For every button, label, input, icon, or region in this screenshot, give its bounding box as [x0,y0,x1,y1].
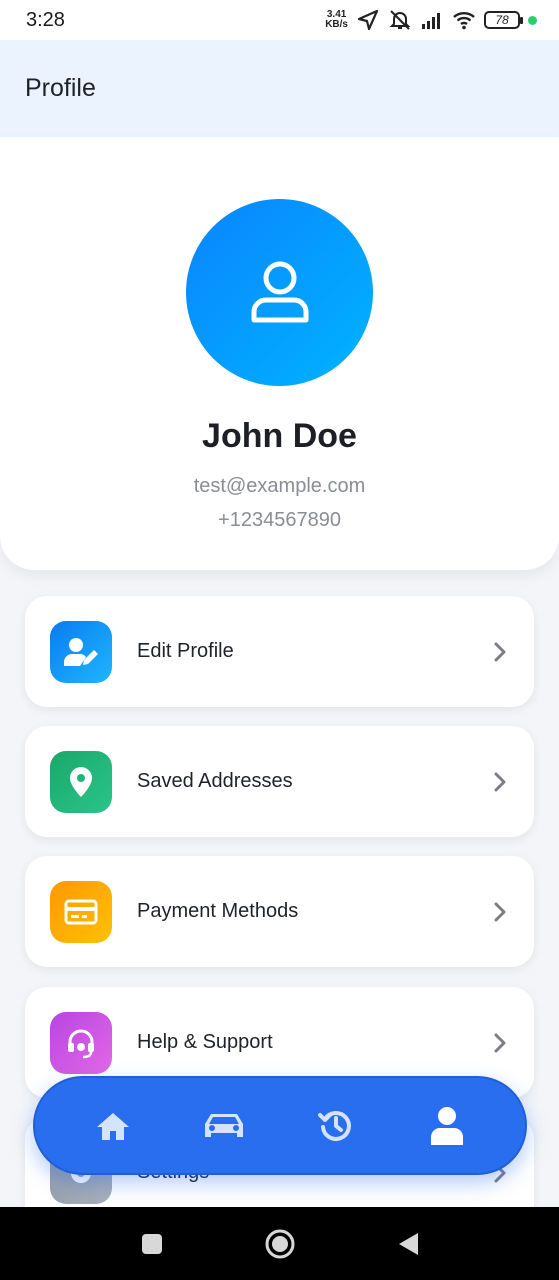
profile-header: John Doe test@example.com +1234567890 [0,137,559,570]
status-icons: 3.41 KB/s 78 [325,8,537,32]
history-icon [317,1110,351,1141]
profile-email: test@example.com [193,475,366,497]
mute-icon [389,10,411,30]
chevron-right-icon [494,902,506,921]
headset-icon [68,1029,94,1058]
status-bar: 3:28 3.41 KB/s 78 [0,0,559,40]
menu-item-payment-methods[interactable]: Payment Methods [25,856,534,967]
app-bar: Profile [0,40,559,137]
nav-rides[interactable] [192,1094,256,1158]
network-speed-unit: KB/s [325,19,348,30]
nav-home[interactable] [81,1094,145,1158]
headset-icon-badge [50,1011,112,1074]
system-nav-bar [0,1207,559,1280]
profile-phone: +1234567890 [218,509,341,531]
recent-apps-icon[interactable] [140,1232,164,1256]
signal-icon [422,13,440,29]
navigation-icon [357,9,379,31]
user-edit-icon [64,637,98,666]
menu-item-label: Edit Profile [137,640,234,662]
avatar[interactable] [186,199,373,386]
battery-icon: 78 [484,11,523,29]
user-edit-icon-badge [50,620,112,683]
privacy-indicator [528,15,537,25]
menu-item-label: Saved Addresses [137,770,293,792]
nav-profile[interactable] [415,1094,479,1158]
back-icon[interactable] [396,1231,420,1257]
credit-card-icon [64,899,98,924]
location-pin-icon-badge [50,750,112,813]
home-icon [96,1112,129,1140]
profile-icon [431,1106,464,1145]
wifi-icon [453,12,475,30]
home-button-icon[interactable] [264,1228,296,1260]
menu-item-label: Payment Methods [137,900,299,922]
car-icon [205,1113,244,1137]
nav-history[interactable] [304,1094,368,1158]
user-icon [251,261,308,322]
network-speed: 3.41 KB/s [325,10,348,30]
page-title: Profile [25,74,96,102]
menu-item-saved-addresses[interactable]: Saved Addresses [25,726,534,837]
menu-item-edit-profile[interactable]: Edit Profile [25,596,534,707]
credit-card-icon-badge [50,880,112,943]
chevron-right-icon [494,642,506,661]
chevron-right-icon [494,1033,506,1052]
bottom-nav [33,1076,527,1175]
location-pin-icon [70,766,92,797]
status-time: 3:28 [26,8,65,31]
menu-item-label: Help & Support [137,1031,273,1053]
chevron-right-icon [494,772,506,791]
profile-name: John Doe [202,417,357,455]
